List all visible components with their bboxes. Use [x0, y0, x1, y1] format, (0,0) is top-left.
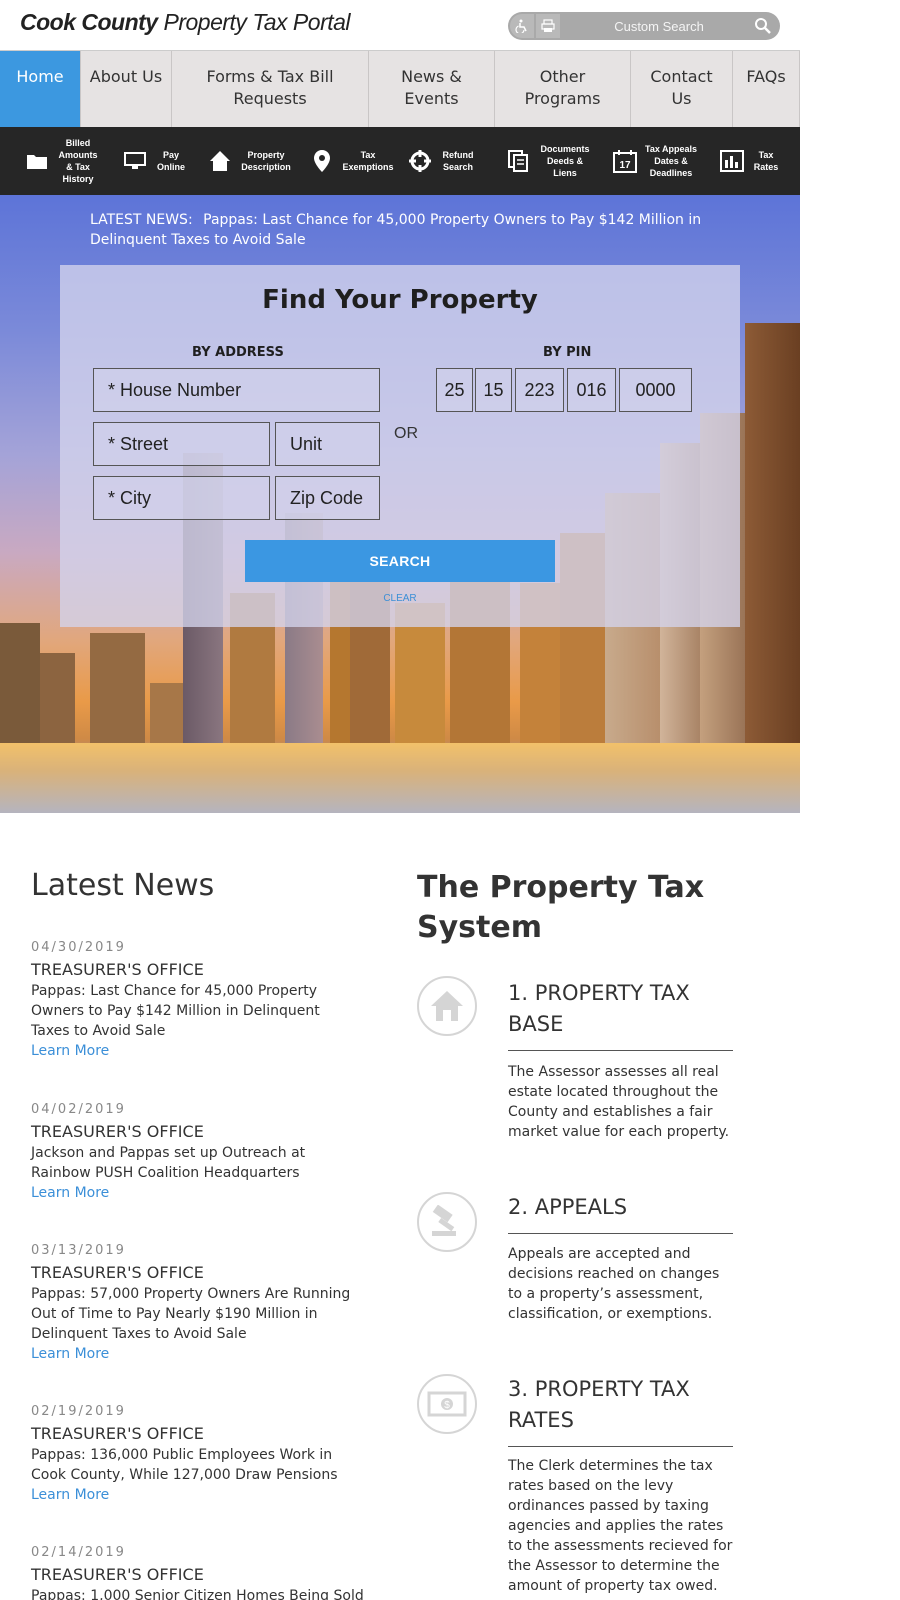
- step-description: The Assessor assesses all real estate lo…: [508, 1064, 730, 1140]
- news-date: 02/14/2019: [31, 1545, 126, 1560]
- quick-link-label: Property Description: [241, 150, 291, 172]
- clear-link[interactable]: CLEAR: [60, 593, 740, 604]
- gavel-icon: [417, 1192, 477, 1252]
- pin-field-2[interactable]: 15: [475, 368, 512, 412]
- pin-field-3[interactable]: 223: [515, 368, 564, 412]
- svg-text:$: $: [444, 1400, 450, 1411]
- house-icon: [208, 149, 232, 173]
- nav-forms-tax-bill-requests[interactable]: Forms & Tax Bill Requests: [172, 51, 369, 128]
- nav-home[interactable]: Home: [0, 51, 81, 128]
- crosshair-icon: [408, 149, 432, 173]
- news-title: Jackson and Pappas set up Outreach at Ra…: [31, 1145, 306, 1181]
- header-tools: [508, 12, 780, 40]
- quick-link-label: Documents Deeds & Liens: [540, 144, 590, 178]
- news-office: TREASURER'S OFFICE: [31, 1122, 204, 1141]
- quick-link-label: Tax Exemptions: [342, 150, 394, 172]
- main-nav: Home About Us Forms & Tax Bill Requests …: [0, 50, 800, 128]
- step-title: 1. PROPERTY TAX BASE: [508, 978, 733, 1051]
- find-property-title: Find Your Property: [262, 285, 538, 315]
- news-item: 02/14/2019 TREASURER'S OFFICE Pappas: 1,…: [31, 1545, 364, 1600]
- news-office: TREASURER'S OFFICE: [31, 1565, 204, 1584]
- or-divider: OR: [394, 425, 418, 442]
- site-logo[interactable]: Cook County Property Tax Portal: [20, 9, 351, 36]
- learn-more-link[interactable]: Learn More: [31, 1344, 351, 1364]
- logo-light-text: Property Tax Portal: [163, 9, 351, 35]
- street-field[interactable]: * Street: [93, 422, 270, 466]
- search-icon[interactable]: [754, 17, 772, 35]
- pin-field-5[interactable]: 0000: [619, 368, 692, 412]
- city-field[interactable]: * City: [93, 476, 270, 520]
- nav-other-programs[interactable]: Other Programs: [495, 51, 631, 128]
- pin-field-4[interactable]: 016: [567, 368, 616, 412]
- quick-link-tax-exemptions[interactable]: Tax Exemptions: [310, 149, 408, 173]
- quick-link-label: Tax Appeals Dates & Deadlines: [644, 144, 698, 178]
- print-icon[interactable]: [536, 14, 560, 38]
- news-office: TREASURER'S OFFICE: [31, 1263, 204, 1282]
- hero-banner: LATEST NEWS: Pappas: Last Chance for 45,…: [0, 195, 800, 813]
- pin-field-1[interactable]: 25: [436, 368, 473, 412]
- step-title: 3. PROPERTY TAX RATES: [508, 1374, 733, 1447]
- search-button[interactable]: SEARCH: [245, 540, 555, 582]
- step-description: The Clerk determines the tax rates based…: [508, 1458, 733, 1594]
- house-number-field[interactable]: * House Number: [93, 368, 380, 412]
- quick-link-property-description[interactable]: Property Description: [208, 149, 310, 173]
- quick-link-label: Pay Online: [156, 150, 185, 172]
- nav-about-us[interactable]: About Us: [81, 51, 172, 128]
- quick-link-label: Refund Search: [442, 150, 474, 172]
- news-date: 04/30/2019: [31, 940, 126, 955]
- learn-more-link[interactable]: Learn More: [31, 1183, 351, 1203]
- house-icon: [417, 976, 477, 1036]
- find-property-panel: Find Your Property BY ADDRESS BY PIN * H…: [60, 265, 740, 627]
- by-pin-label: BY PIN: [543, 345, 592, 360]
- unit-field[interactable]: Unit: [275, 422, 380, 466]
- news-date: 04/02/2019: [31, 1102, 126, 1117]
- learn-more-link[interactable]: Learn More: [31, 1485, 351, 1505]
- news-office: TREASURER'S OFFICE: [31, 960, 204, 979]
- news-item: 02/19/2019 TREASURER'S OFFICE Pappas: 13…: [31, 1404, 351, 1505]
- quick-link-tax-rates[interactable]: Tax Rates: [720, 149, 800, 173]
- news-date: 03/13/2019: [31, 1243, 126, 1258]
- accessibility-icon[interactable]: [510, 14, 534, 38]
- by-address-label: BY ADDRESS: [192, 345, 284, 360]
- property-tax-system-heading: The Property Tax System: [417, 870, 705, 945]
- news-office: TREASURER'S OFFICE: [31, 1424, 204, 1443]
- documents-icon: [506, 149, 530, 173]
- calendar-icon: 17: [613, 149, 637, 173]
- quick-link-tax-appeals[interactable]: 17 Tax Appeals Dates & Deadlines: [613, 143, 720, 179]
- quick-link-pay-online[interactable]: Pay Online: [123, 149, 208, 173]
- logo-bold-text: Cook County: [20, 9, 158, 35]
- step-description: Appeals are accepted and decisions reach…: [508, 1246, 720, 1322]
- monitor-icon: [123, 149, 147, 173]
- quick-link-label: Billed Amounts & Tax History: [58, 138, 98, 184]
- news-title: Pappas: 57,000 Property Owners Are Runni…: [31, 1286, 351, 1342]
- money-icon: $: [417, 1374, 477, 1434]
- svg-text:17: 17: [619, 160, 631, 171]
- map-pin-icon: [310, 149, 334, 173]
- latest-news-heading: Latest News: [31, 868, 215, 903]
- quick-link-refund-search[interactable]: Refund Search: [408, 149, 506, 173]
- news-title: Pappas: Last Chance for 45,000 Property …: [31, 983, 320, 1039]
- news-item: 04/02/2019 TREASURER'S OFFICE Jackson an…: [31, 1102, 351, 1203]
- quick-links-bar: Billed Amounts & Tax History Pay Online …: [0, 127, 800, 195]
- news-title: Pappas: 1,000 Senior Citizen Homes Being…: [31, 1588, 364, 1600]
- bar-chart-icon: [720, 149, 744, 173]
- nav-faqs[interactable]: FAQs: [733, 51, 800, 128]
- nav-news-events[interactable]: News & Events: [369, 51, 495, 128]
- zip-code-field[interactable]: Zip Code: [275, 476, 380, 520]
- news-title: Pappas: 136,000 Public Employees Work in…: [31, 1447, 338, 1483]
- learn-more-link[interactable]: Learn More: [31, 1041, 351, 1061]
- quick-link-label: Tax Rates: [753, 150, 779, 172]
- site-header: Cook County Property Tax Portal: [0, 0, 900, 50]
- folder-icon: [25, 149, 49, 173]
- news-item: 03/13/2019 TREASURER'S OFFICE Pappas: 57…: [31, 1243, 351, 1364]
- quick-link-documents[interactable]: Documents Deeds & Liens: [506, 143, 613, 179]
- news-date: 02/19/2019: [31, 1404, 126, 1419]
- nav-contact-us[interactable]: Contact Us: [631, 51, 733, 128]
- latest-news-ticker[interactable]: LATEST NEWS: Pappas: Last Chance for 45,…: [90, 210, 710, 250]
- news-item: 04/30/2019 TREASURER'S OFFICE Pappas: La…: [31, 940, 351, 1061]
- latest-news-tag: LATEST NEWS:: [90, 212, 193, 228]
- custom-search-input[interactable]: [564, 16, 754, 36]
- quick-link-billed-amounts[interactable]: Billed Amounts & Tax History: [25, 137, 123, 185]
- step-title: 2. APPEALS: [508, 1192, 733, 1234]
